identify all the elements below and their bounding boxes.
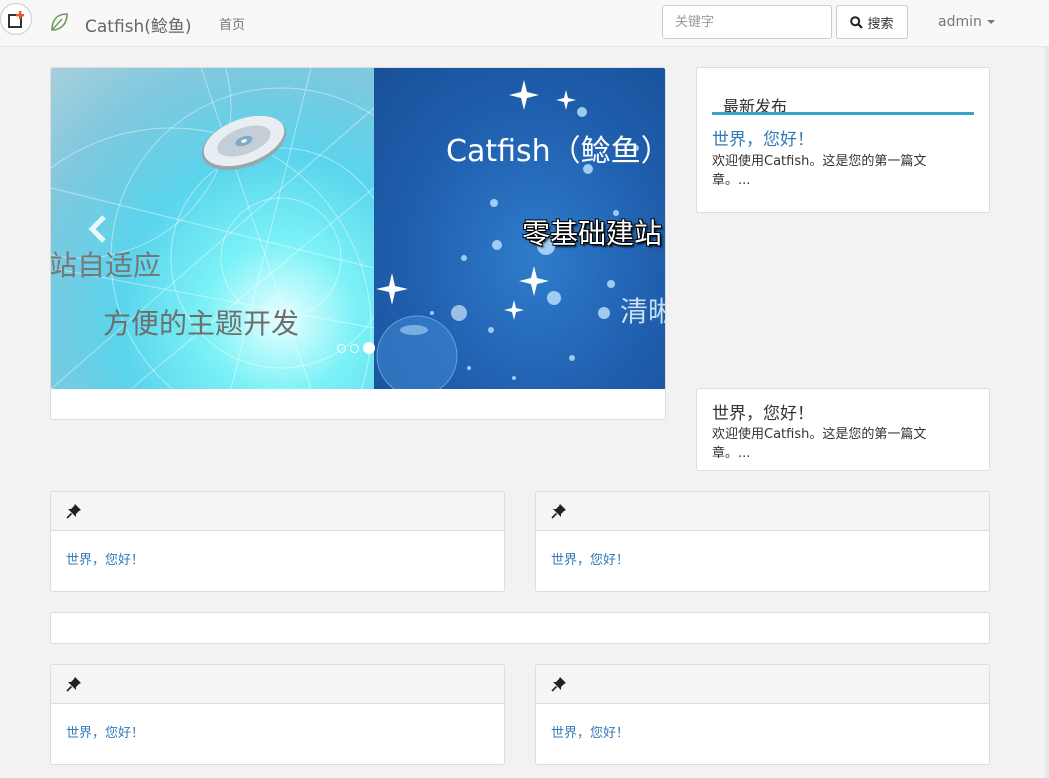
- slide-right-line-3: 清晰: [620, 295, 665, 328]
- carousel-slide-right: Catfish（鲶鱼） 零基础建站 清晰: [374, 68, 666, 389]
- pinned-card-3: 世界，您好！: [50, 664, 505, 765]
- pinned-card-1: 世界，您好！: [50, 491, 505, 592]
- side-post-excerpt: 欢迎使用Catfish。这是您的第一篇文章。...: [712, 427, 927, 461]
- search-input[interactable]: [662, 5, 832, 39]
- latest-posts-panel: 最新发布 世界，您好！ 欢迎使用Catfish。这是您的第一篇文章。...: [696, 67, 990, 213]
- card-header: [51, 492, 504, 531]
- card-post-link[interactable]: 世界，您好！: [551, 549, 629, 568]
- pinned-card-4: 世界，您好！: [535, 664, 990, 765]
- carousel-indicators: [337, 342, 375, 354]
- pinned-card-2: 世界，您好！: [535, 491, 990, 592]
- carousel-panel: 站自适应 方便的主题开发 Catfish（鲶鱼） 零基础建站 清: [50, 67, 666, 420]
- search-button[interactable]: 搜索: [836, 5, 908, 39]
- side-post-panel: 世界，您好！ 欢迎使用Catfish。这是您的第一篇文章。...: [696, 388, 990, 471]
- leaf-icon: [51, 13, 68, 31]
- navbar: Catfish(鲶鱼) 首页 搜索 admin: [0, 0, 1049, 47]
- latest-post-link[interactable]: 世界，您好！: [712, 125, 814, 150]
- slide-left-line-1: 站自适应: [51, 249, 162, 282]
- pushpin-icon: [551, 677, 566, 692]
- latest-posts-divider: [712, 112, 974, 115]
- carousel-dot-3[interactable]: [363, 342, 375, 354]
- brand-link[interactable]: Catfish(鲶鱼): [85, 12, 192, 37]
- search-icon: [850, 15, 864, 29]
- divider-panel: [50, 612, 990, 644]
- side-post-title[interactable]: 世界，您好！: [712, 399, 814, 424]
- latest-post-excerpt: 欢迎使用Catfish。这是您的第一篇文章。...: [712, 154, 927, 188]
- plus-square-icon: [8, 11, 24, 28]
- card-header: [536, 492, 989, 531]
- card-header: [536, 665, 989, 704]
- nav-home-link[interactable]: 首页: [219, 14, 245, 33]
- pushpin-icon: [551, 504, 566, 519]
- add-button[interactable]: [0, 3, 32, 35]
- card-post-link[interactable]: 世界，您好！: [551, 722, 629, 741]
- carousel-dot-2[interactable]: [350, 343, 359, 353]
- card-post-link[interactable]: 世界，您好！: [66, 549, 144, 568]
- slide-right-line-1: Catfish（鲶鱼）: [446, 134, 666, 169]
- card-post-link[interactable]: 世界，您好！: [66, 722, 144, 741]
- card-header: [51, 665, 504, 704]
- carousel-dot-1[interactable]: [337, 343, 346, 353]
- slide-left-line-2: 方便的主题开发: [103, 307, 300, 340]
- scrollbar[interactable]: [1045, 47, 1049, 778]
- chevron-left-icon[interactable]: [87, 214, 109, 244]
- user-menu-toggle[interactable]: admin: [938, 14, 995, 30]
- search-button-label: 搜索: [867, 16, 894, 32]
- user-name: admin: [938, 14, 982, 30]
- slide-right-line-2: 零基础建站: [522, 217, 663, 250]
- pushpin-icon: [66, 504, 81, 519]
- caret-down-icon: [986, 20, 995, 24]
- pushpin-icon: [66, 677, 81, 692]
